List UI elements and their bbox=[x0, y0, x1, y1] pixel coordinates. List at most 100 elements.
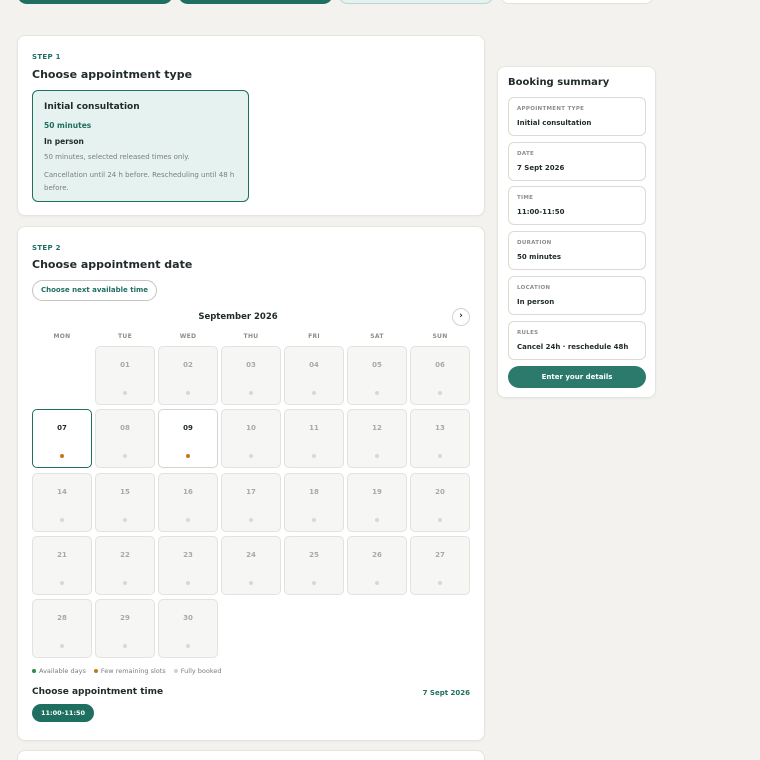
day-number: 23 bbox=[183, 551, 193, 559]
availability-dot-icon bbox=[375, 581, 379, 585]
availability-dot-icon bbox=[186, 644, 190, 648]
progress-tab-1[interactable] bbox=[17, 0, 173, 4]
weekday-header: SUN bbox=[432, 333, 448, 340]
option-name: Initial consultation bbox=[44, 102, 140, 112]
calendar-day[interactable]: 07 bbox=[32, 409, 92, 468]
time-slot-chip[interactable]: 11:00-11:50 bbox=[32, 704, 95, 722]
calendar-day: 24 bbox=[221, 536, 281, 595]
availability-dot-icon bbox=[375, 518, 379, 522]
legend-booked: Fully booked bbox=[180, 667, 222, 675]
availability-dot-icon bbox=[123, 581, 127, 585]
availability-dot-icon bbox=[249, 454, 253, 458]
calendar-day: 14 bbox=[32, 473, 92, 532]
step2-card: STEP 2 Choose appointment date Choose ne… bbox=[17, 226, 485, 741]
availability-dot-icon bbox=[60, 581, 64, 585]
summary-field-label: LOCATION bbox=[517, 284, 551, 291]
availability-dot-icon bbox=[186, 518, 190, 522]
availability-dot-icon bbox=[186, 454, 190, 458]
calendar-day: 12 bbox=[347, 409, 407, 468]
day-number: 07 bbox=[57, 424, 67, 432]
summary-field-label: APPOINTMENT TYPE bbox=[517, 106, 585, 112]
availability-dot-icon bbox=[312, 454, 316, 458]
weekday-header: WED bbox=[179, 333, 197, 340]
legend-few: Few remaining slots bbox=[100, 667, 166, 675]
next-available-button[interactable]: Choose next available time bbox=[32, 280, 158, 301]
calendar-day: 26 bbox=[347, 536, 407, 595]
weekday-header: SAT bbox=[370, 333, 384, 340]
calendar-legend: Available days Few remaining slots Fully… bbox=[32, 667, 228, 675]
weekday-header: TUE bbox=[118, 333, 132, 340]
day-number: 08 bbox=[120, 424, 130, 432]
summary-field-value: 11:00-11:50 bbox=[517, 208, 565, 217]
step3-card bbox=[17, 750, 485, 760]
summary-field-value: 50 minutes bbox=[517, 253, 562, 262]
weekday-header: THU bbox=[243, 333, 259, 340]
summary-field-value: Initial consultation bbox=[517, 119, 592, 127]
availability-dot-icon bbox=[123, 518, 127, 522]
calendar-day: 04 bbox=[284, 346, 344, 405]
progress-tab-3[interactable] bbox=[338, 0, 494, 4]
calendar-day: 29 bbox=[95, 599, 155, 658]
availability-dot-icon bbox=[375, 454, 379, 458]
progress-tab-2[interactable] bbox=[178, 0, 333, 4]
summary-field-value: 7 Sept 2026 bbox=[517, 163, 565, 172]
weekday-header: MON bbox=[53, 333, 71, 340]
summary-title: Booking summary bbox=[508, 77, 610, 88]
day-number: 19 bbox=[372, 488, 382, 496]
summary-field: DURATION 50 minutes bbox=[508, 231, 646, 271]
calendar-day: 27 bbox=[410, 536, 470, 595]
calendar-day: 13 bbox=[410, 409, 470, 468]
next-month-button[interactable]: › bbox=[452, 308, 470, 326]
availability-dot-icon bbox=[60, 518, 64, 522]
availability-dot-icon bbox=[186, 391, 190, 395]
booking-summary-card: Booking summary APPOINTMENT TYPE Initial … bbox=[497, 66, 656, 398]
calendar-day[interactable]: 09 bbox=[158, 409, 218, 468]
calendar-day: 08 bbox=[95, 409, 155, 468]
calendar-day: 25 bbox=[284, 536, 344, 595]
availability-dot-icon bbox=[375, 391, 379, 395]
summary-field-value: Cancel 24h · reschedule 48h bbox=[517, 342, 629, 351]
summary-field-value: In person bbox=[517, 297, 555, 306]
availability-dot-icon bbox=[312, 391, 316, 395]
availability-dot-icon bbox=[249, 518, 253, 522]
calendar-day: 22 bbox=[95, 536, 155, 595]
enter-details-button[interactable]: Enter your details bbox=[508, 366, 646, 388]
day-number: 18 bbox=[309, 488, 319, 496]
availability-dot-icon bbox=[249, 581, 253, 585]
availability-dot-icon bbox=[249, 391, 253, 395]
calendar-day: 21 bbox=[32, 536, 92, 595]
day-number: 27 bbox=[435, 551, 445, 559]
day-number: 09 bbox=[183, 424, 193, 432]
summary-field-label: RULES bbox=[517, 329, 539, 336]
day-number: 12 bbox=[372, 424, 382, 432]
calendar-day: 18 bbox=[284, 473, 344, 532]
day-number: 10 bbox=[246, 424, 256, 432]
calendar-day: 11 bbox=[284, 409, 344, 468]
summary-field-label: DURATION bbox=[517, 240, 552, 247]
day-number: 03 bbox=[246, 361, 256, 369]
progress-tab-4[interactable] bbox=[499, 0, 655, 4]
few-slots-dot-icon bbox=[93, 669, 98, 673]
availability-dot-icon bbox=[123, 644, 127, 648]
option-rules: Cancellation until 24 h before. Reschedu… bbox=[44, 171, 235, 192]
summary-field: LOCATION In person bbox=[508, 275, 646, 315]
availability-dot-icon bbox=[123, 454, 127, 458]
summary-field: APPOINTMENT TYPE Initial consultation bbox=[508, 97, 646, 136]
day-number: 06 bbox=[435, 361, 445, 369]
day-number: 01 bbox=[120, 361, 130, 369]
day-number: 21 bbox=[57, 551, 67, 559]
step1-label: STEP 1 bbox=[32, 53, 61, 61]
calendar-month-label: September 2026 bbox=[198, 312, 278, 322]
calendar-day: 02 bbox=[158, 346, 218, 405]
calendar-day: 03 bbox=[221, 346, 281, 405]
time-section-date: 7 Sept 2026 bbox=[422, 689, 470, 697]
day-number: 25 bbox=[309, 551, 319, 559]
calendar-day: 20 bbox=[410, 473, 470, 532]
day-number: 22 bbox=[120, 551, 130, 559]
availability-dot-icon bbox=[438, 454, 442, 458]
summary-field: RULES Cancel 24h · reschedule 48h bbox=[508, 320, 646, 360]
availability-dot-icon bbox=[438, 581, 442, 585]
availability-dot-icon bbox=[60, 644, 64, 648]
day-number: 24 bbox=[246, 551, 256, 559]
appointment-type-option[interactable]: Initial consultation 50 minutes In perso… bbox=[32, 90, 249, 202]
